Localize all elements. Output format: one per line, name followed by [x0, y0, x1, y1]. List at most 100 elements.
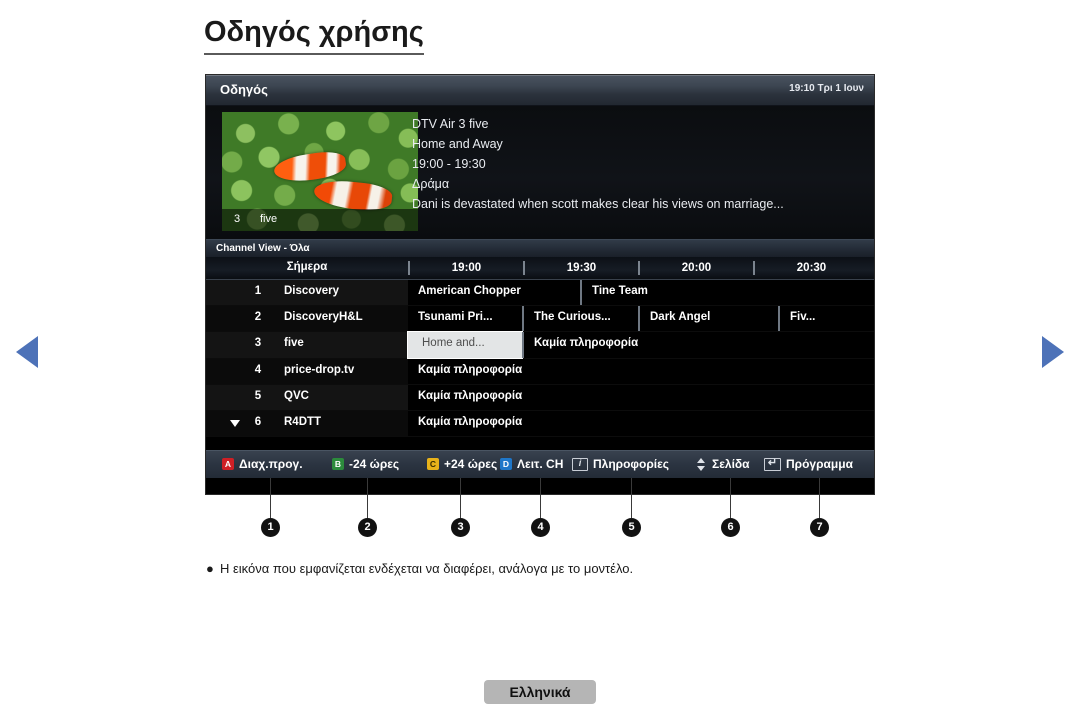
- enter-key-icon: [764, 456, 781, 471]
- channel-name: price-drop.tv: [284, 363, 355, 376]
- channel-cell[interactable]: 5 QVC: [206, 384, 408, 410]
- program-cells: American Chopper Tine Team: [408, 280, 874, 306]
- triangle-right-icon[interactable]: [1042, 336, 1064, 368]
- table-row[interactable]: 6 R4DTT Καμία πληροφορία: [206, 410, 874, 438]
- program-grid: 1 Discovery American Chopper Tine Team 2 Disc…: [206, 280, 874, 450]
- program-cell[interactable]: The Curious...: [522, 306, 638, 332]
- program-cell[interactable]: Tsunami Pri...: [408, 306, 522, 331]
- program-detail-channel: DTV Air 3 five: [412, 117, 489, 131]
- table-row[interactable]: 2 DiscoveryH&L Tsunami Pri... The Curious..…: [206, 306, 874, 333]
- program-details: DTV Air 3 five Home and Away 19:00 - 19:…: [412, 114, 866, 214]
- channel-number: 4: [254, 363, 262, 376]
- time-slot: 19:30: [523, 261, 638, 275]
- callout-number: 7: [810, 518, 829, 537]
- program-title: The Curious...: [534, 311, 611, 324]
- table-row[interactable]: 1 Discovery American Chopper Tine Team: [206, 280, 874, 307]
- channel-number: 2: [254, 311, 262, 324]
- chevron-down-icon[interactable]: [230, 419, 240, 427]
- program-cell-selected[interactable]: Home and...: [408, 332, 522, 358]
- channel-view-label: Channel View - Όλα: [216, 243, 310, 254]
- callout-number: 2: [358, 518, 377, 537]
- toolbar-button[interactable]: Πληροφορίες: [572, 457, 669, 471]
- time-slot: 20:30: [753, 261, 868, 275]
- program-title: Καμία πληροφορία: [418, 389, 523, 402]
- toolbar-button[interactable]: Πρόγραμμα: [764, 456, 853, 471]
- callout-leader-line: [367, 478, 368, 518]
- thumbnail-channel-bar: 3 five: [222, 209, 418, 231]
- program-title: Καμία πληροφορία: [418, 415, 523, 428]
- callout-leader-line: [270, 478, 271, 518]
- callout-number: 1: [261, 518, 280, 537]
- program-cell[interactable]: Καμία πληροφορία: [408, 359, 874, 384]
- key-blue-d-icon: D: [500, 458, 512, 470]
- program-detail-time: 19:00 - 19:30: [412, 157, 486, 171]
- channel-name: QVC: [284, 389, 309, 402]
- program-cells: Tsunami Pri... The Curious... Dark Angel Fi…: [408, 306, 874, 332]
- toolbar-button[interactable]: A Διαχ.προγ.: [222, 457, 303, 471]
- channel-number: 1: [254, 285, 262, 297]
- channel-number: 6: [254, 415, 262, 428]
- table-row[interactable]: 3 five Home and... Καμία πληροφορία: [206, 332, 874, 359]
- page-title: Οδηγός χρήσης: [204, 16, 424, 48]
- program-cell[interactable]: Dark Angel: [638, 306, 778, 332]
- callout-leader-line: [540, 478, 541, 518]
- toolbar-button[interactable]: C +24 ώρες: [427, 457, 497, 471]
- toolbar-button[interactable]: B -24 ώρες: [332, 457, 399, 471]
- channel-cell[interactable]: 6 R4DTT: [206, 410, 408, 437]
- program-cell[interactable]: American Chopper: [408, 280, 580, 305]
- callout-leader-line: [730, 478, 731, 518]
- channel-cell[interactable]: 2 DiscoveryH&L: [206, 306, 408, 332]
- channel-number: 3: [254, 337, 262, 350]
- channel-thumbnail: 3 five: [222, 112, 418, 231]
- program-title: Home and...: [422, 337, 485, 350]
- program-cell[interactable]: Καμία πληροφορία: [522, 332, 874, 358]
- program-title: Καμία πληροφορία: [418, 363, 523, 376]
- channel-cell[interactable]: 3 five: [206, 332, 408, 358]
- time-slot: 20:00: [638, 261, 753, 275]
- info-icon: [572, 457, 588, 471]
- table-row[interactable]: 4 price-drop.tv Καμία πληροφορία: [206, 358, 874, 385]
- program-cells: Καμία πληροφορία: [408, 385, 874, 410]
- channel-name: Discovery: [284, 285, 339, 297]
- toolbar-button[interactable]: Σελίδα: [696, 457, 750, 471]
- guide-title: Οδηγός: [220, 82, 268, 97]
- program-cells: Home and... Καμία πληροφορία: [408, 332, 874, 358]
- key-green-b-icon: B: [332, 458, 344, 470]
- key-yellow-c-icon: C: [427, 458, 439, 470]
- callout-number: 4: [531, 518, 550, 537]
- key-red-a-icon: A: [222, 458, 234, 470]
- toolbar-button-label: -24 ώρες: [349, 457, 400, 471]
- program-cells: Καμία πληροφορία: [408, 411, 874, 436]
- program-title: Καμία πληροφορία: [534, 337, 639, 350]
- program-title: American Chopper: [418, 285, 521, 297]
- program-title: Dark Angel: [650, 311, 711, 324]
- language-button[interactable]: Ελληνικά: [484, 680, 596, 704]
- guide-clock: 19:10 Τρι 1 Ιουν: [789, 83, 864, 94]
- program-detail-genre: Δράμα: [412, 177, 450, 191]
- channel-name: R4DTT: [284, 415, 322, 428]
- thumbnail-channel-number: 3: [234, 213, 241, 225]
- table-row[interactable]: 5 QVC Καμία πληροφορία: [206, 384, 874, 411]
- program-detail-synopsis: Dani is devastated when scott makes clea…: [412, 197, 784, 211]
- footnote-text: Η εικόνα που εμφανίζεται ενδέχεται να δι…: [220, 561, 634, 576]
- channel-cell[interactable]: 4 price-drop.tv: [206, 358, 408, 384]
- channel-cell[interactable]: 1 Discovery: [206, 280, 408, 306]
- program-cell[interactable]: Tine Team: [580, 280, 874, 306]
- program-title: Tine Team: [592, 285, 648, 297]
- program-title: Tsunami Pri...: [418, 311, 493, 324]
- callout-leader-line: [819, 478, 820, 518]
- up-down-arrow-icon: [696, 457, 707, 471]
- channel-number: 5: [254, 389, 262, 402]
- program-cell[interactable]: Fiv...: [778, 306, 874, 332]
- channel-view-bar[interactable]: Channel View - Όλα: [206, 239, 874, 257]
- callout-number: 6: [721, 518, 740, 537]
- toolbar-button[interactable]: D Λειτ. CH: [500, 457, 563, 471]
- toolbar-button-label: Λειτ. CH: [517, 457, 564, 471]
- toolbar-button-label: Σελίδα: [712, 457, 750, 471]
- callout-number: 3: [451, 518, 470, 537]
- thumbnail-channel-name: five: [260, 213, 278, 225]
- program-cell[interactable]: Καμία πληροφορία: [408, 385, 874, 410]
- triangle-left-icon[interactable]: [16, 336, 38, 368]
- program-cell[interactable]: Καμία πληροφορία: [408, 411, 874, 436]
- program-preview-panel: 3 five DTV Air 3 five Home and Away 19:0…: [206, 106, 874, 239]
